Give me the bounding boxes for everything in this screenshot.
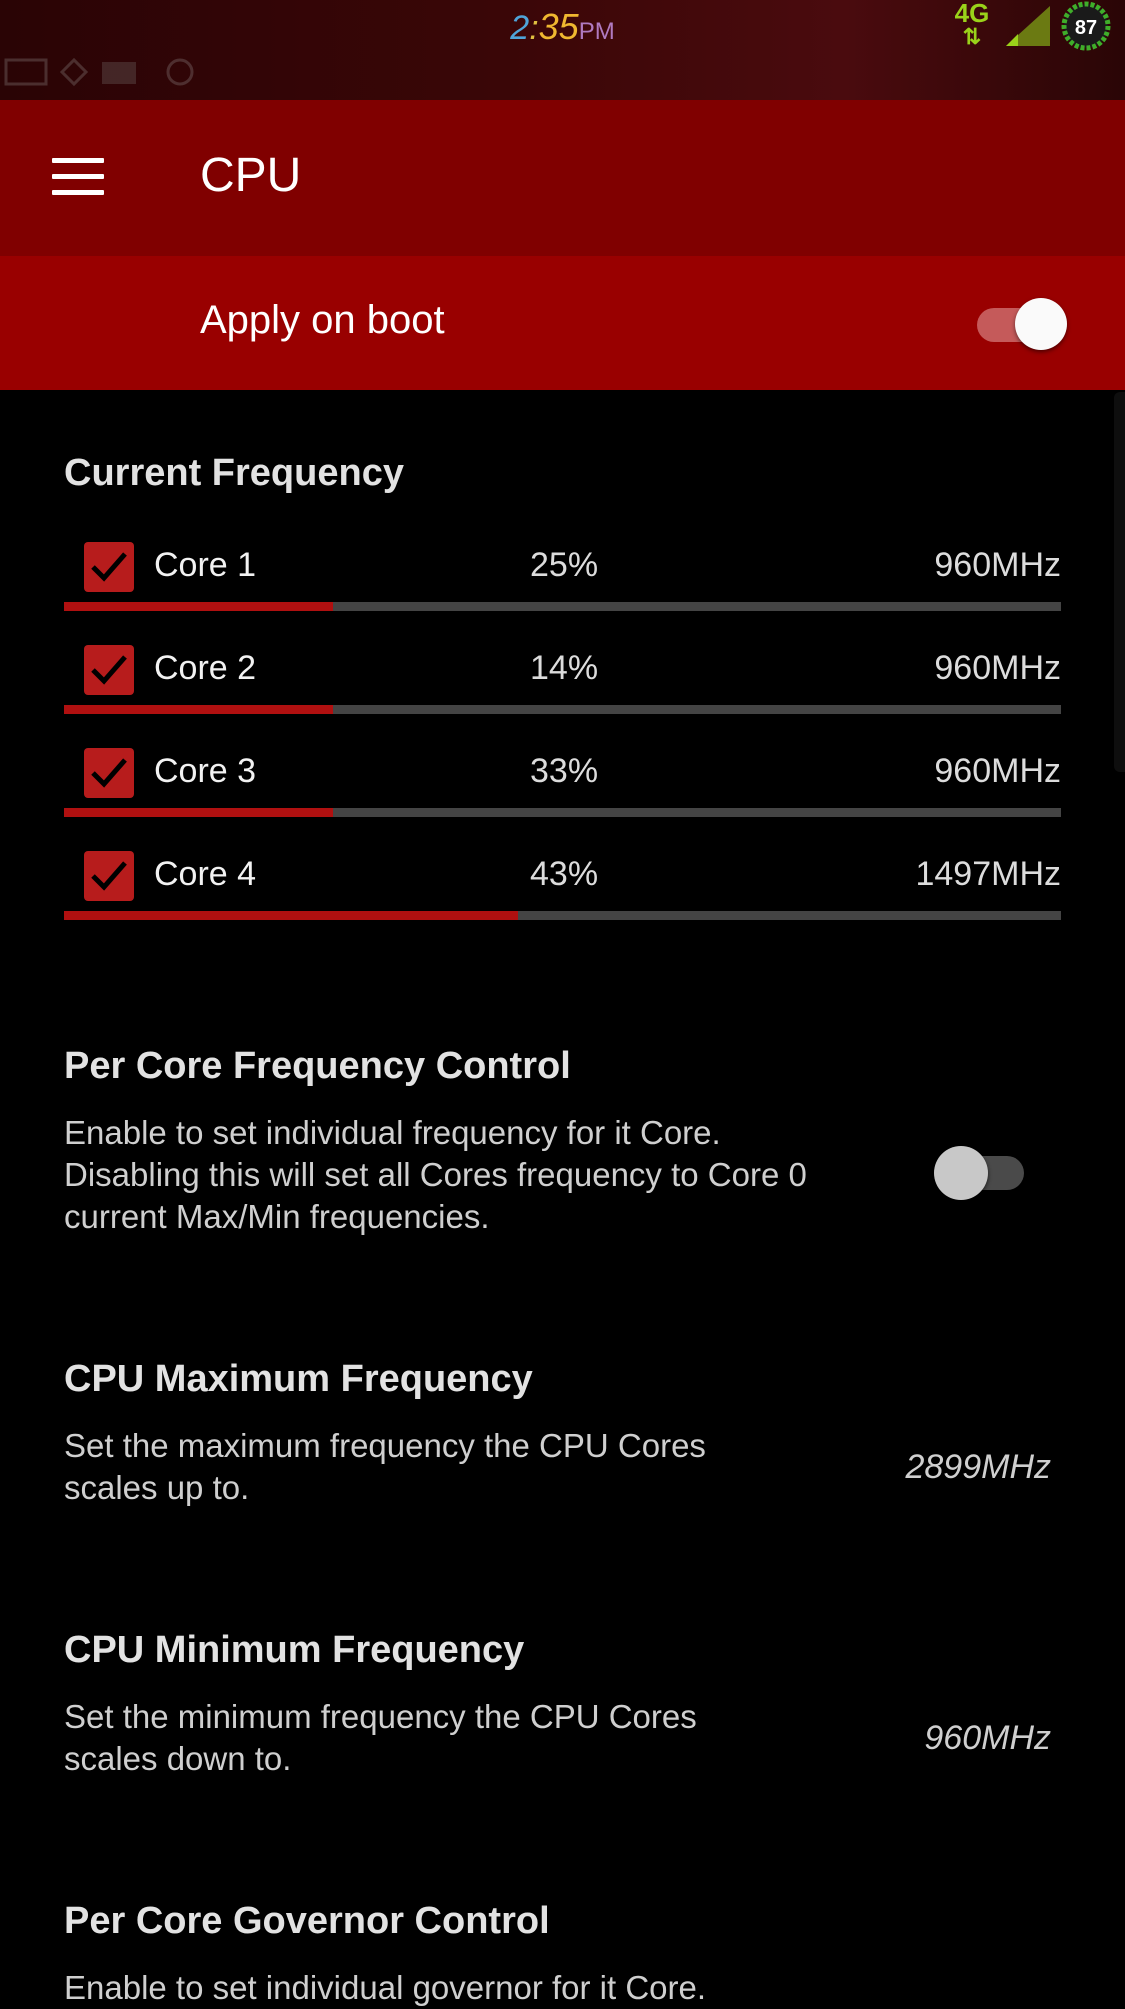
data-activity-icon: ⇅ [962,24,982,49]
core-load-percent: 14% [530,649,599,687]
core-name: Core 1 [154,546,257,584]
cpu-max-frequency-title[interactable]: CPU Maximum Frequency [64,1358,533,1401]
battery-icon: 87 [1060,0,1112,52]
description-line: Enable to set individual frequency for i… [64,1114,721,1151]
core-row: Core 4 43% 1497MHz [64,841,1061,941]
core-load-percent: 25% [530,546,599,584]
notification-icons [4,57,194,87]
apply-on-boot-label: Apply on boot [200,298,445,342]
apply-on-boot-switch[interactable] [975,294,1071,352]
description-line: scales down to. [64,1740,292,1777]
core-frequency-bar-fill [64,911,518,920]
description-line: Set the minimum frequency the CPU Cores [64,1698,697,1735]
page-title: CPU [200,149,302,202]
clock-colon: : [529,9,539,47]
core-frequency-bar-fill [64,602,334,611]
cpu-max-frequency-description: Set the maximum frequency the CPU Cores … [64,1425,706,1509]
per-core-governor-description: Enable to set individual governor for it… [64,1967,706,2009]
cpu-min-frequency-title[interactable]: CPU Minimum Frequency [64,1629,524,1672]
core-load-percent: 43% [530,855,599,893]
clock-hour: 2 [510,9,530,47]
switch-thumb [1015,298,1067,350]
description-line: Set the maximum frequency the CPU Cores [64,1427,706,1464]
description-line: scales up to. [64,1469,250,1506]
core-name: Core 3 [154,752,257,790]
checkmark-icon [91,861,127,891]
core-frequency: 960MHz [934,649,1061,687]
core-name: Core 4 [154,855,257,893]
svg-text:87: 87 [1075,17,1097,39]
core-checkbox[interactable] [84,645,134,695]
core-row: Core 1 25% 960MHz [64,532,1061,632]
core-frequency-bar [64,602,1061,611]
apply-on-boot-row[interactable]: Apply on boot [0,256,1125,390]
switch-thumb [934,1146,988,1200]
core-frequency: 960MHz [934,546,1061,584]
core-frequency-bar [64,705,1061,714]
network-4g-icon: 4G ⇅ [952,0,992,50]
core-checkbox[interactable] [84,851,134,901]
core-frequency: 1497MHz [915,855,1061,893]
signal-strength-icon [1006,6,1050,46]
core-frequency-bar [64,808,1061,817]
cpu-min-frequency-value[interactable]: 960MHz [924,1719,1051,1758]
core-name: Core 2 [154,649,257,687]
checkmark-icon [91,655,127,685]
core-frequency: 960MHz [934,752,1061,790]
hamburger-menu-icon[interactable] [52,158,104,196]
current-frequency-title: Current Frequency [64,452,404,494]
per-core-frequency-title: Per Core Frequency Control [64,1045,571,1087]
description-line: current Max/Min frequencies. [64,1198,490,1235]
core-checkbox[interactable] [84,542,134,592]
core-frequency-bar [64,911,1061,920]
core-frequency-bar-fill [64,808,334,817]
core-load-percent: 33% [530,752,599,790]
status-bar: 2:35PM 4G ⇅ 87 [0,0,1125,100]
cpu-max-frequency-value[interactable]: 2899MHz [905,1448,1051,1487]
description-line: Disabling this will set all Cores freque… [64,1156,807,1193]
core-checkbox[interactable] [84,748,134,798]
clock-ampm: PM [578,18,615,45]
clock-minutes: 35 [538,6,579,47]
description-line: Enable to set individual governor for it… [64,1969,707,2006]
per-core-frequency-switch[interactable] [934,1144,1030,1202]
battery-ring-icon: 87 [1061,1,1111,51]
checkmark-icon [91,552,127,582]
core-row: Core 2 14% 960MHz [64,635,1061,735]
network-type: 4G [954,0,990,28]
per-core-frequency-description: Enable to set individual frequency for i… [64,1112,807,1238]
scroll-edge-glow [1114,392,1125,772]
checkmark-icon [91,758,127,788]
per-core-governor-title: Per Core Governor Control [64,1900,550,1942]
core-row: Core 3 33% 960MHz [64,738,1061,838]
app-toolbar: CPU [0,100,1125,256]
cpu-min-frequency-description: Set the minimum frequency the CPU Cores … [64,1696,697,1780]
core-frequency-bar-fill [64,705,334,714]
